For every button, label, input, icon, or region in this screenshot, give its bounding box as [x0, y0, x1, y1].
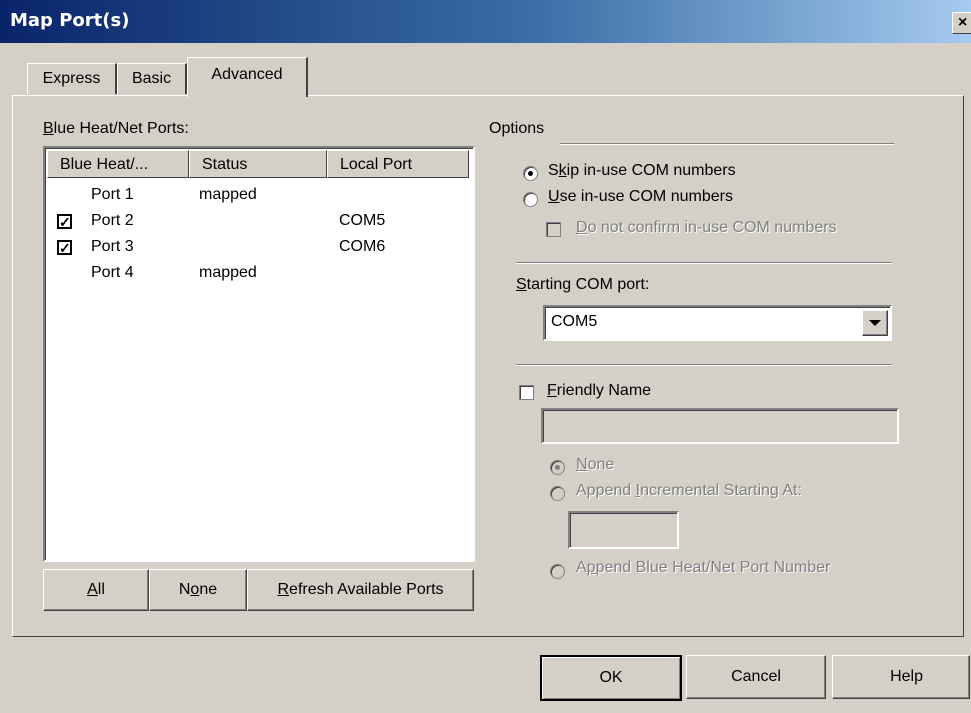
row-port-name: Port 4: [91, 264, 134, 281]
tab-basic-label: Basic: [131, 70, 172, 87]
table-row[interactable]: ✓ Port 2 COM5: [45, 208, 469, 234]
checkbox[interactable]: [519, 385, 534, 400]
append-port-number-label: Append Blue Heat/Net Port Number: [576, 559, 831, 576]
map-ports-dialog: Map Port(s) × Express Basic Advanced Blu…: [0, 0, 971, 713]
row-status: mapped: [199, 264, 257, 281]
none-button[interactable]: None: [149, 569, 247, 611]
starting-com-label: Starting COM port:: [516, 276, 650, 293]
close-icon: ×: [958, 14, 968, 31]
incremental-start-field[interactable]: [568, 511, 679, 549]
tab-advanced-label: Advanced: [211, 66, 283, 83]
dropdown-button[interactable]: [862, 310, 888, 336]
radio-dot-icon: [528, 171, 533, 176]
table-row[interactable]: ✓ Port 3 COM6: [45, 234, 469, 260]
radio-button[interactable]: [550, 564, 565, 579]
row-checkbox[interactable]: ✓: [57, 240, 72, 255]
tab-basic[interactable]: Basic: [117, 63, 187, 94]
starting-com-value: COM5: [551, 313, 598, 330]
title-bar[interactable]: Map Port(s) ×: [0, 0, 971, 43]
use-inuse-label: Use in-use COM numbers: [548, 188, 733, 205]
row-port-name: Port 1: [91, 186, 134, 203]
ok-button[interactable]: OK: [540, 655, 682, 701]
row-local-port: COM5: [339, 212, 386, 229]
check-icon: ✓: [59, 240, 71, 256]
radio-button[interactable]: [523, 166, 538, 181]
column-header-port[interactable]: Blue Heat/...: [47, 150, 189, 178]
append-incremental-label: Append Incremental Starting At:: [576, 482, 802, 499]
cancel-button[interactable]: Cancel: [686, 655, 826, 699]
radio-dot-icon: [555, 465, 560, 470]
window-title: Map Port(s): [10, 10, 130, 31]
radio-button[interactable]: [550, 486, 565, 501]
row-port-name: Port 2: [91, 212, 134, 229]
options-heading: Options: [489, 120, 545, 137]
check-icon: ✓: [59, 214, 71, 230]
table-row[interactable]: Port 4 mapped: [45, 260, 469, 286]
close-button[interactable]: ×: [952, 12, 971, 34]
suffix-none-label: None: [576, 456, 615, 473]
starting-com-select[interactable]: COM5: [543, 305, 892, 341]
row-checkbox[interactable]: ✓: [57, 214, 72, 229]
separator: [516, 262, 892, 264]
row-local-port: COM6: [339, 238, 386, 255]
radio-button[interactable]: [550, 460, 565, 475]
tab-express-label: Express: [42, 70, 101, 87]
ports-list-label: Blue Heat/Net Ports:: [43, 120, 189, 137]
friendly-name-field[interactable]: [541, 408, 899, 444]
checkbox[interactable]: [546, 222, 561, 237]
skip-inuse-label: Skip in-use COM numbers: [548, 162, 736, 179]
refresh-available-ports-button[interactable]: Refresh Available Ports: [247, 569, 474, 611]
table-row[interactable]: Port 1 mapped: [45, 182, 469, 208]
triangle-down-icon: [869, 320, 881, 326]
radio-button[interactable]: [523, 192, 538, 207]
options-separator: [560, 143, 894, 145]
column-header-local-port[interactable]: Local Port: [327, 150, 469, 178]
friendly-name-label: Friendly Name: [547, 382, 652, 399]
no-confirm-label: Do not confirm in-use COM numbers: [576, 219, 837, 236]
all-button[interactable]: All: [43, 569, 149, 611]
help-button[interactable]: Help: [832, 655, 970, 699]
row-status: mapped: [199, 186, 257, 203]
separator: [516, 364, 892, 366]
row-port-name: Port 3: [91, 238, 134, 255]
column-header-status[interactable]: Status: [189, 150, 327, 178]
tab-advanced[interactable]: Advanced: [187, 57, 308, 97]
ports-list[interactable]: Blue Heat/... Status Local Port Port 1 m…: [43, 146, 475, 562]
tab-express[interactable]: Express: [27, 63, 117, 94]
